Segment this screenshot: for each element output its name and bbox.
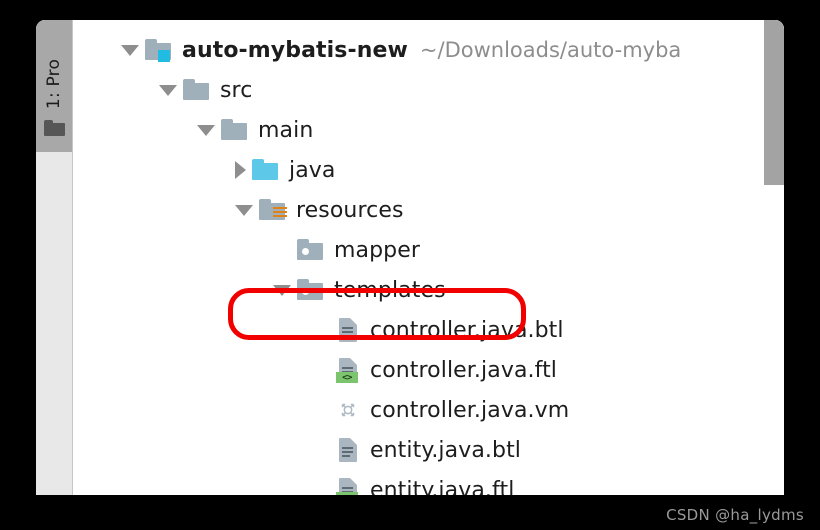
- tree-row-label: templates: [334, 277, 446, 303]
- tree-row[interactable]: mapper: [73, 230, 784, 270]
- arrow-spacer: [311, 370, 329, 371]
- arrow-spacer: [311, 330, 329, 331]
- tree-row-label: auto-mybatis-new: [182, 37, 408, 63]
- tree-row-label: controller.java.btl: [370, 317, 564, 343]
- tree-row-label: mapper: [334, 237, 421, 263]
- tree-row-label: controller.java.ftl: [370, 357, 558, 383]
- tree-row[interactable]: main: [73, 110, 784, 150]
- folder-icon: [183, 79, 211, 101]
- tree-row-label: src: [220, 77, 253, 103]
- screenshot-root: 1: Pro auto-mybatis-new ~/Downloads/auto-…: [0, 0, 820, 530]
- freemarker-file-icon: <>: [335, 477, 361, 495]
- tree-row[interactable]: <> entity.java.ftl: [73, 470, 784, 495]
- velocity-file-icon: [335, 397, 361, 423]
- scrollbar-thumb[interactable]: [764, 20, 784, 185]
- tree-row-label: entity.java.btl: [370, 437, 522, 463]
- arrow-spacer: [311, 450, 329, 451]
- tool-window-strip: 1: Pro: [36, 20, 73, 495]
- tree-row-path: ~/Downloads/auto-myba: [419, 38, 682, 62]
- arrow-spacer: [311, 410, 329, 411]
- expand-arrow-down-icon[interactable]: [159, 84, 177, 96]
- resources-folder-icon: [259, 199, 287, 221]
- tree-row[interactable]: auto-mybatis-new ~/Downloads/auto-myba: [73, 30, 784, 70]
- expand-arrow-down-icon[interactable]: [121, 44, 139, 56]
- package-folder-icon: [297, 239, 325, 261]
- watermark: CSDN @ha_lydms: [666, 506, 804, 524]
- vertical-scrollbar[interactable]: [764, 20, 784, 495]
- expand-arrow-down-icon[interactable]: [273, 284, 291, 296]
- package-folder-icon: [297, 279, 325, 301]
- tree-row[interactable]: entity.java.btl: [73, 430, 784, 470]
- arrow-spacer: [273, 250, 291, 251]
- expand-arrow-down-icon[interactable]: [197, 124, 215, 136]
- folder-icon: [221, 119, 249, 141]
- freemarker-file-icon: <>: [335, 357, 361, 383]
- tree-row[interactable]: controller.java.btl: [73, 310, 784, 350]
- expand-arrow-right-icon[interactable]: [235, 161, 246, 179]
- source-folder-icon: [252, 159, 280, 181]
- tree-row[interactable]: templates: [73, 270, 784, 310]
- text-file-icon: [335, 317, 361, 343]
- tree-row[interactable]: controller.java.vm: [73, 390, 784, 430]
- tree-row[interactable]: resources: [73, 190, 784, 230]
- tree-row-label: controller.java.vm: [370, 397, 570, 423]
- tree-row-label: main: [258, 117, 314, 143]
- tree-row-label: resources: [296, 197, 404, 223]
- project-folder-icon: [44, 120, 65, 136]
- arrow-spacer: [311, 490, 329, 491]
- tree-row[interactable]: java: [73, 150, 784, 190]
- tree-row-label: entity.java.ftl: [370, 477, 515, 496]
- project-tool-window: 1: Pro auto-mybatis-new ~/Downloads/auto-…: [36, 20, 784, 495]
- module-folder-icon: [145, 39, 173, 62]
- project-tree: auto-mybatis-new ~/Downloads/auto-myba src…: [73, 20, 784, 495]
- expand-arrow-down-icon[interactable]: [235, 204, 253, 216]
- tree-row[interactable]: <> controller.java.ftl: [73, 350, 784, 390]
- text-file-icon: [335, 437, 361, 463]
- tree-row-label: java: [289, 157, 336, 183]
- tree-row[interactable]: src: [73, 70, 784, 110]
